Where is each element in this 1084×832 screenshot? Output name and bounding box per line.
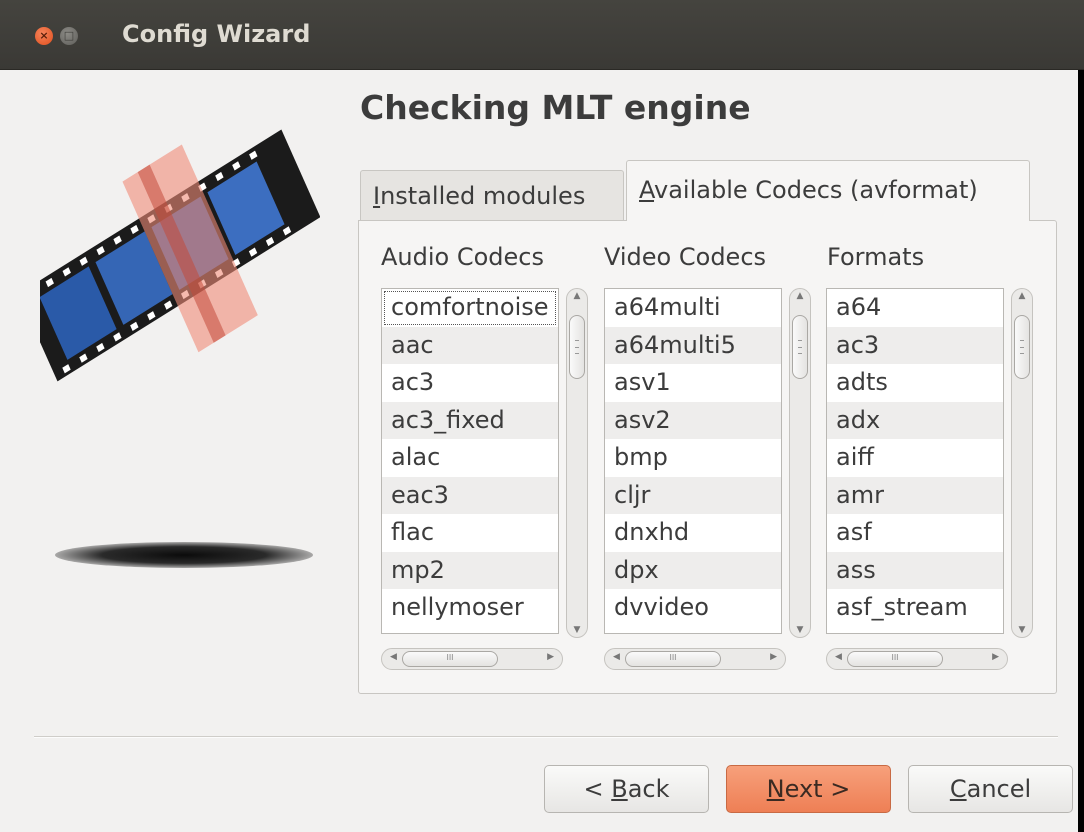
list-item[interactable]: cljr [605, 476, 781, 514]
scroll-thumb[interactable] [792, 315, 808, 379]
logo-shadow [55, 542, 313, 568]
cancel-label: ancel [966, 775, 1032, 803]
audio-codecs-label: Audio Codecs [381, 243, 544, 271]
scroll-down-icon[interactable]: ▼ [567, 625, 587, 635]
list-item[interactable]: flac [382, 514, 558, 552]
list-item[interactable]: eac3 [382, 476, 558, 514]
list-item[interactable]: bmp [605, 439, 781, 477]
video-codecs-label: Video Codecs [604, 243, 767, 271]
audio-codecs-list[interactable]: comfortnoise aac ac3 ac3_fixed alac eac3… [381, 288, 559, 634]
list-item[interactable]: a64 [827, 289, 1003, 327]
scroll-up-icon[interactable]: ▲ [567, 291, 587, 301]
scroll-down-icon[interactable]: ▼ [1012, 625, 1032, 635]
scroll-left-icon[interactable]: ◀ [613, 652, 620, 662]
audio-vertical-scrollbar[interactable]: ▲ ▼ [566, 288, 588, 638]
scroll-thumb[interactable]: III [625, 651, 721, 667]
scroll-thumb[interactable] [1014, 315, 1030, 379]
cancel-button[interactable]: Cancel [908, 765, 1073, 813]
back-prefix: < [583, 775, 612, 803]
list-item[interactable]: a64multi5 [605, 326, 781, 364]
list-item[interactable]: aac [382, 326, 558, 364]
scroll-left-icon[interactable]: ◀ [835, 652, 842, 662]
list-item[interactable]: asf_stream [827, 589, 1003, 627]
tab-installed-modules[interactable]: Installed modules [360, 170, 624, 220]
list-item[interactable]: ac3 [382, 364, 558, 402]
list-item[interactable]: amr [827, 476, 1003, 514]
scroll-thumb[interactable]: III [847, 651, 943, 667]
back-label: ack [627, 775, 670, 803]
scroll-right-icon[interactable]: ▶ [547, 652, 554, 662]
list-item[interactable]: ac3_fixed [382, 401, 558, 439]
scroll-up-icon[interactable]: ▲ [790, 291, 810, 301]
tab-available-codecs[interactable]: Available Codecs (avformat) [626, 160, 1030, 221]
audio-horizontal-scrollbar[interactable]: ◀ III ▶ [381, 648, 563, 670]
back-button[interactable]: < Back [544, 765, 709, 813]
cancel-mnemonic: C [949, 775, 967, 803]
wizard-window: Checking MLT engine Installed modules Av… [0, 70, 1078, 832]
scroll-up-icon[interactable]: ▲ [1012, 291, 1032, 301]
list-item[interactable]: asv1 [605, 364, 781, 402]
list-item[interactable]: aiff [827, 439, 1003, 477]
list-item[interactable]: alac [382, 439, 558, 477]
formats-vertical-scrollbar[interactable]: ▲ ▼ [1011, 288, 1033, 638]
list-item[interactable]: ass [827, 551, 1003, 589]
list-item[interactable]: adx [827, 401, 1003, 439]
maximize-window-icon[interactable]: □ [60, 27, 78, 45]
page-title: Checking MLT engine [360, 88, 751, 127]
scroll-right-icon[interactable]: ▶ [770, 652, 777, 662]
next-button[interactable]: Next > [726, 765, 891, 813]
tab-available-mnemonic: A [639, 176, 655, 204]
list-item[interactable]: asf [827, 514, 1003, 552]
scroll-left-icon[interactable]: ◀ [390, 652, 397, 662]
scroll-thumb[interactable] [569, 315, 585, 379]
next-mnemonic: N [766, 775, 785, 803]
film-strip-logo-icon [40, 129, 320, 382]
window-title: Config Wizard [122, 20, 311, 48]
scroll-right-icon[interactable]: ▶ [992, 652, 999, 662]
back-mnemonic: B [611, 775, 628, 803]
formats-horizontal-scrollbar[interactable]: ◀ III ▶ [826, 648, 1008, 670]
tab-installed-label: nstalled modules [380, 182, 586, 210]
video-vertical-scrollbar[interactable]: ▲ ▼ [789, 288, 811, 638]
list-item[interactable]: adts [827, 364, 1003, 402]
scroll-down-icon[interactable]: ▼ [790, 625, 810, 635]
next-label: ext > [784, 775, 851, 803]
list-item[interactable]: nellymoser [382, 589, 558, 627]
close-window-icon[interactable]: × [35, 27, 53, 45]
list-item[interactable]: a64multi [605, 289, 781, 327]
list-item[interactable]: dpx [605, 551, 781, 589]
video-horizontal-scrollbar[interactable]: ◀ III ▶ [604, 648, 786, 670]
list-item[interactable]: asv2 [605, 401, 781, 439]
formats-list[interactable]: a64 ac3 adts adx aiff amr asf ass asf_st… [826, 288, 1004, 634]
video-codecs-list[interactable]: a64multi a64multi5 asv1 asv2 bmp cljr dn… [604, 288, 782, 634]
list-item[interactable]: comfortnoise [382, 289, 558, 327]
separator [34, 736, 1058, 738]
formats-label: Formats [827, 243, 925, 271]
list-item[interactable]: ac3 [827, 326, 1003, 364]
list-item[interactable]: dvvideo [605, 589, 781, 627]
scroll-thumb[interactable]: III [402, 651, 498, 667]
title-bar: × □ Config Wizard [0, 0, 1084, 70]
list-item[interactable]: mp2 [382, 551, 558, 589]
list-item[interactable]: dnxhd [605, 514, 781, 552]
tab-available-label: vailable Codecs (avformat) [654, 176, 978, 204]
